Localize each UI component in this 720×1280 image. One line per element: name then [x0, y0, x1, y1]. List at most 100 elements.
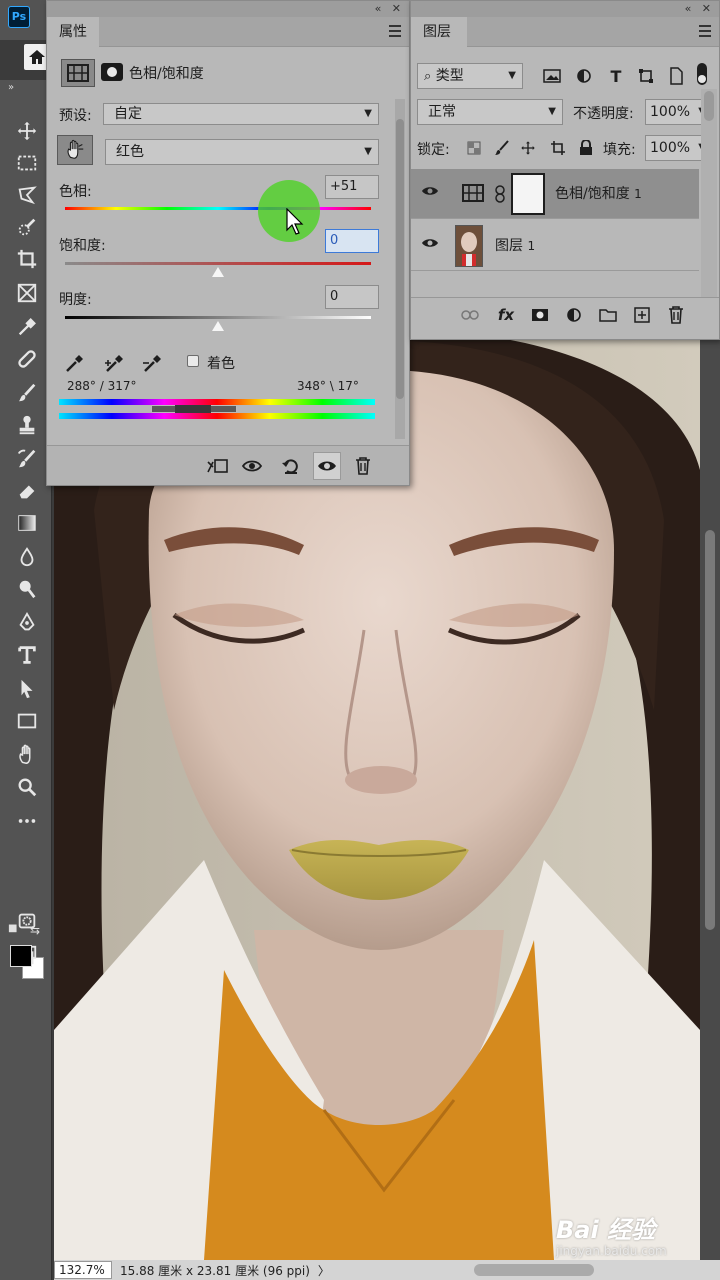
lasso-tool-icon[interactable] [12, 180, 42, 210]
lightness-slider-track[interactable] [65, 316, 371, 319]
add-mask-icon[interactable] [529, 304, 551, 326]
eye-icon[interactable] [421, 237, 439, 255]
properties-scrollbar[interactable] [395, 99, 405, 439]
filter-toggle-icon[interactable] [695, 63, 709, 85]
colorize-checkbox[interactable] [187, 355, 199, 367]
frame-tool-icon[interactable] [12, 278, 42, 308]
layer-filter-dropdown[interactable]: ⌕ 类型 ▼ [417, 63, 523, 89]
type-filter-icon[interactable]: T [605, 65, 627, 87]
eraser-tool-icon[interactable] [12, 476, 42, 506]
rectangle-tool-icon[interactable] [12, 706, 42, 736]
healing-brush-tool-icon[interactable] [12, 344, 42, 374]
layer-style-fx-icon[interactable]: fx [495, 304, 517, 326]
quick-select-tool-icon[interactable] [12, 212, 42, 242]
targeted-adjustment-hand-button[interactable] [57, 135, 93, 165]
view-previous-state-icon[interactable] [239, 452, 267, 480]
hand-tool-icon[interactable] [12, 740, 42, 770]
saturation-value-field[interactable]: 0 [325, 229, 379, 253]
shape-filter-icon[interactable] [635, 65, 657, 87]
lock-label: 锁定: [417, 142, 450, 158]
new-layer-icon[interactable] [631, 304, 653, 326]
lock-pixels-icon[interactable] [491, 137, 513, 159]
gradient-tool-icon[interactable] [12, 508, 42, 538]
marquee-tool-icon[interactable] [12, 148, 42, 178]
scrollbar-thumb[interactable] [396, 119, 404, 399]
channel-dropdown[interactable]: 红色 ▼ [105, 139, 379, 165]
clone-stamp-tool-icon[interactable] [12, 410, 42, 440]
panel-titlebar[interactable]: « ✕ [47, 1, 409, 17]
new-adjustment-layer-icon[interactable] [563, 304, 585, 326]
preset-dropdown[interactable]: 自定 ▼ [103, 103, 379, 125]
scrollbar-thumb[interactable] [704, 91, 714, 121]
link-icon[interactable] [495, 185, 505, 207]
image-filter-icon[interactable] [541, 65, 563, 87]
lock-transparent-icon[interactable] [463, 137, 485, 159]
range-left-values: 288° / 317° [67, 379, 137, 393]
zoom-level-field[interactable]: 132.7% [54, 1261, 112, 1279]
collapse-panel-icon[interactable]: « ✕ [375, 1, 401, 17]
smart-object-filter-icon[interactable] [665, 65, 687, 87]
foreground-color-swatch[interactable] [10, 945, 32, 967]
panel-menu-icon[interactable] [699, 25, 711, 37]
crop-tool-icon[interactable] [12, 244, 42, 274]
layer-thumbnail[interactable] [455, 225, 483, 267]
layers-scrollbar[interactable] [701, 89, 717, 297]
clip-to-layer-icon[interactable] [203, 452, 231, 480]
delete-layer-icon[interactable] [665, 304, 687, 326]
mouse-cursor-icon [286, 208, 304, 235]
hue-slider-track[interactable] [65, 207, 371, 210]
lock-position-icon[interactable] [517, 137, 539, 159]
document-size-info: 15.88 厘米 x 23.81 厘米 (96 ppi) [120, 1263, 310, 1278]
tab-properties[interactable]: 属性 [47, 17, 99, 47]
dodge-tool-icon[interactable] [12, 574, 42, 604]
properties-panel: « ✕ 属性 色相/饱和度 预设: 自定 ▼ 红色 ▼ 色相: +51 饱和度:… [46, 0, 410, 486]
collapse-icon[interactable]: » [8, 82, 14, 93]
panel-menu-icon[interactable] [389, 25, 401, 37]
path-select-tool-icon[interactable] [12, 674, 42, 704]
history-brush-tool-icon[interactable] [12, 444, 42, 474]
scrollbar-thumb[interactable] [705, 530, 715, 930]
saturation-slider-thumb[interactable] [212, 267, 224, 277]
more-tools-icon[interactable] [12, 806, 42, 836]
tab-layers[interactable]: 图层 [411, 17, 467, 47]
pen-tool-icon[interactable] [12, 608, 42, 638]
eyedropper-icon[interactable] [63, 351, 87, 375]
lightness-slider-thumb[interactable] [212, 321, 224, 331]
reset-icon[interactable] [277, 452, 305, 480]
layer-row-image[interactable]: 图层 1 [411, 221, 699, 271]
type-tool-icon[interactable] [12, 640, 42, 670]
adjustment-filter-icon[interactable] [573, 65, 595, 87]
quick-mask-icon[interactable] [12, 906, 42, 936]
blur-tool-icon[interactable] [12, 542, 42, 572]
delete-icon[interactable] [349, 452, 377, 480]
status-menu-arrow[interactable]: 〉 [310, 1262, 330, 1279]
hue-value-field[interactable]: +51 [325, 175, 379, 199]
lock-all-icon[interactable] [575, 137, 597, 159]
brush-tool-icon[interactable] [12, 378, 42, 408]
fill-label: 填充: [603, 142, 636, 158]
eyedropper-subtract-icon[interactable] [141, 351, 165, 375]
range-right-values: 348° \ 17° [297, 379, 359, 393]
zoom-tool-icon[interactable] [12, 772, 42, 802]
lock-artboard-icon[interactable] [547, 137, 569, 159]
toggle-visibility-icon[interactable] [313, 452, 341, 480]
blend-mode-dropdown[interactable]: 正常 ▼ [417, 99, 563, 125]
layer-mask-icon[interactable] [101, 63, 123, 81]
horizontal-scrollbar[interactable] [474, 1264, 594, 1276]
link-layers-icon[interactable] [459, 304, 481, 326]
hue-saturation-adjustment-icon[interactable] [61, 59, 95, 87]
move-tool-icon[interactable] [12, 116, 42, 146]
eyedropper-add-icon[interactable] [103, 351, 127, 375]
layer-name: 图层 1 [495, 238, 536, 254]
layer-mask-thumbnail[interactable] [511, 173, 545, 215]
layer-row-hue-saturation[interactable]: 色相/饱和度 1 [411, 169, 699, 219]
panel-titlebar[interactable]: « ✕ [411, 1, 719, 17]
lightness-value-field[interactable]: 0 [325, 285, 379, 309]
new-group-icon[interactable] [597, 304, 619, 326]
eye-icon[interactable] [421, 185, 439, 203]
collapse-panel-icon[interactable]: « ✕ [685, 1, 711, 17]
eyedropper-tool-icon[interactable] [12, 312, 42, 342]
color-range-core[interactable] [175, 405, 211, 413]
colorize-label: 着色 [207, 356, 235, 372]
saturation-slider-track[interactable] [65, 262, 371, 265]
